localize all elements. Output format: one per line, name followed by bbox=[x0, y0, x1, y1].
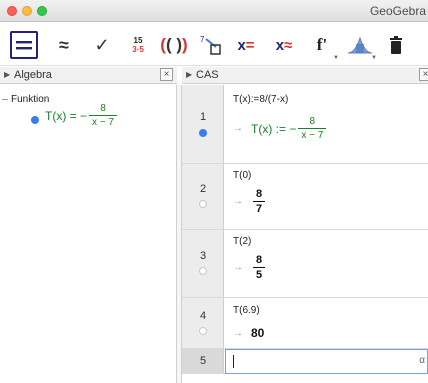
factor-top-label: 15 bbox=[133, 36, 143, 45]
more-tools-icon: ▼ bbox=[333, 55, 339, 61]
fraction-denominator: x − 7 bbox=[89, 115, 117, 128]
cas-row-header[interactable]: 5 bbox=[182, 349, 224, 373]
cas-panel-title: CAS bbox=[196, 69, 219, 81]
derivative-tool-button[interactable]: f' ▼ bbox=[308, 31, 339, 61]
expand-tool-button[interactable]: (( )) bbox=[160, 31, 188, 59]
approx-icon: ≈ bbox=[59, 34, 69, 55]
cas-row-number: 4 bbox=[199, 310, 207, 322]
cas-row-number: 5 bbox=[199, 355, 207, 367]
substitute-tool-button[interactable]: 7 bbox=[197, 31, 225, 59]
cas-input-text[interactable]: T(x):=8/(7-x) bbox=[233, 94, 288, 105]
cas-row-header[interactable]: 3 bbox=[182, 230, 224, 297]
cas-row-header[interactable]: 2 bbox=[182, 164, 224, 229]
algebra-item-T[interactable]: T(x) = − 8 x − 7 bbox=[45, 103, 119, 128]
window-title: GeoGebra bbox=[369, 4, 426, 18]
collapse-caret-icon[interactable]: ▶ bbox=[186, 70, 192, 79]
cas-output-value: 80 bbox=[251, 326, 265, 340]
cas-row-number: 2 bbox=[199, 183, 207, 195]
cas-row[interactable]: 1 T(x):=8/(7-x) → T(x) := − 8 x − 7 bbox=[182, 85, 428, 164]
zoom-window-icon[interactable] bbox=[37, 6, 47, 16]
parentheses-icon: (( )) bbox=[160, 35, 188, 54]
factor-bottom-label: 3·5 bbox=[132, 45, 144, 54]
algebra-view: Funktion T(x) = − 8 x − 7 bbox=[0, 85, 177, 383]
algebra-group-label: Funktion bbox=[11, 94, 50, 105]
substitute-icon: 7 bbox=[200, 35, 221, 55]
fraction-numerator: 8 bbox=[100, 103, 106, 114]
visibility-toggle-icon[interactable] bbox=[199, 200, 207, 208]
fraction-numerator: 8 bbox=[256, 188, 263, 200]
cas-output: → T(x) := − 8 x − 7 bbox=[233, 116, 328, 141]
output-arrow-icon: → bbox=[233, 262, 243, 273]
probability-tool-button[interactable]: ▼ bbox=[346, 31, 377, 61]
solve-numeric-tool-button[interactable]: x≈ bbox=[270, 31, 298, 59]
cas-row[interactable]: 4 T(6.9) → 80 bbox=[182, 298, 428, 349]
minimize-window-icon[interactable] bbox=[22, 6, 32, 16]
cas-row-header[interactable]: 1 bbox=[182, 85, 224, 163]
cas-input-field[interactable]: α bbox=[225, 349, 428, 374]
cas-row-header[interactable]: 4 bbox=[182, 298, 224, 348]
output-arrow-icon: → bbox=[233, 196, 243, 207]
cas-view: 1 T(x):=8/(7-x) → T(x) := − 8 x − 7 2 T(… bbox=[182, 85, 428, 383]
visibility-toggle-icon[interactable] bbox=[199, 267, 207, 275]
visibility-toggle-icon[interactable] bbox=[199, 129, 207, 137]
derivative-icon: f' bbox=[316, 35, 328, 54]
cas-output: → 8 7 bbox=[233, 188, 267, 215]
title-bar: GeoGebra bbox=[0, 0, 428, 22]
group-collapse-icon[interactable] bbox=[2, 99, 8, 100]
cas-row-active[interactable]: 5 α bbox=[182, 349, 428, 374]
probability-curve-icon bbox=[347, 36, 373, 54]
cas-output-prefix: T(x) := − bbox=[251, 121, 297, 136]
fraction-numerator: 8 bbox=[309, 116, 316, 127]
fraction-denominator: 5 bbox=[253, 267, 266, 281]
solve-tool-button[interactable]: x= bbox=[232, 31, 260, 59]
collapse-caret-icon[interactable]: ▶ bbox=[4, 70, 10, 79]
cas-output-fraction: 8 7 bbox=[253, 188, 266, 215]
svg-text:7: 7 bbox=[200, 35, 205, 44]
output-arrow-icon: → bbox=[233, 327, 243, 339]
cas-row[interactable]: 3 T(2) → 8 5 bbox=[182, 230, 428, 298]
fraction-denominator: 7 bbox=[253, 201, 266, 215]
cas-row[interactable]: 2 T(0) → 8 7 bbox=[182, 164, 428, 230]
cas-output: → 80 bbox=[233, 326, 264, 340]
close-algebra-button[interactable]: × bbox=[160, 68, 173, 81]
checkmark-icon: ✓ bbox=[94, 34, 110, 55]
numeric-tool-button[interactable]: ≈ bbox=[50, 31, 78, 59]
trash-icon bbox=[390, 36, 402, 54]
cas-output: → 8 5 bbox=[233, 254, 267, 281]
solve-numeric-icon: x≈ bbox=[275, 36, 293, 54]
close-cas-button[interactable]: × bbox=[419, 68, 428, 81]
evaluate-tool-button[interactable] bbox=[10, 31, 38, 59]
close-window-icon[interactable] bbox=[7, 6, 17, 16]
solve-icon: x= bbox=[237, 36, 255, 54]
cas-panel-header[interactable]: ▶ CAS × bbox=[182, 67, 428, 84]
factor-tool-button[interactable]: 15 3·5 bbox=[124, 31, 152, 59]
algebra-item-fraction: 8 x − 7 bbox=[89, 103, 117, 128]
alpha-keyboard-icon[interactable]: α bbox=[419, 355, 425, 366]
cas-row-number: 1 bbox=[199, 111, 207, 123]
output-arrow-icon: → bbox=[233, 123, 243, 134]
cas-input-text[interactable]: T(6.9) bbox=[233, 305, 260, 316]
algebra-panel-header[interactable]: ▶ Algebra × bbox=[0, 67, 177, 84]
keep-input-tool-button[interactable]: ✓ bbox=[88, 31, 116, 59]
fraction-numerator: 8 bbox=[256, 254, 263, 266]
cas-output-fraction: 8 x − 7 bbox=[298, 116, 327, 141]
algebra-panel-title: Algebra bbox=[14, 69, 52, 81]
algebra-item-lhs: T(x) = − bbox=[45, 108, 88, 123]
delete-tool-button[interactable] bbox=[382, 31, 410, 59]
cas-output-fraction: 8 5 bbox=[253, 254, 266, 281]
cas-row-number: 3 bbox=[199, 250, 207, 262]
text-cursor bbox=[233, 355, 234, 368]
fraction-denominator: x − 7 bbox=[298, 128, 327, 141]
cas-input-text[interactable]: T(0) bbox=[233, 170, 251, 181]
toolbar: ≈ ✓ 15 3·5 (( )) 7 x= x≈ f' ▼ ▼ bbox=[0, 22, 428, 66]
cas-input-text[interactable]: T(2) bbox=[233, 236, 251, 247]
visibility-toggle-icon[interactable] bbox=[199, 327, 207, 335]
more-tools-icon: ▼ bbox=[371, 55, 377, 61]
visibility-toggle-icon[interactable] bbox=[31, 116, 39, 124]
